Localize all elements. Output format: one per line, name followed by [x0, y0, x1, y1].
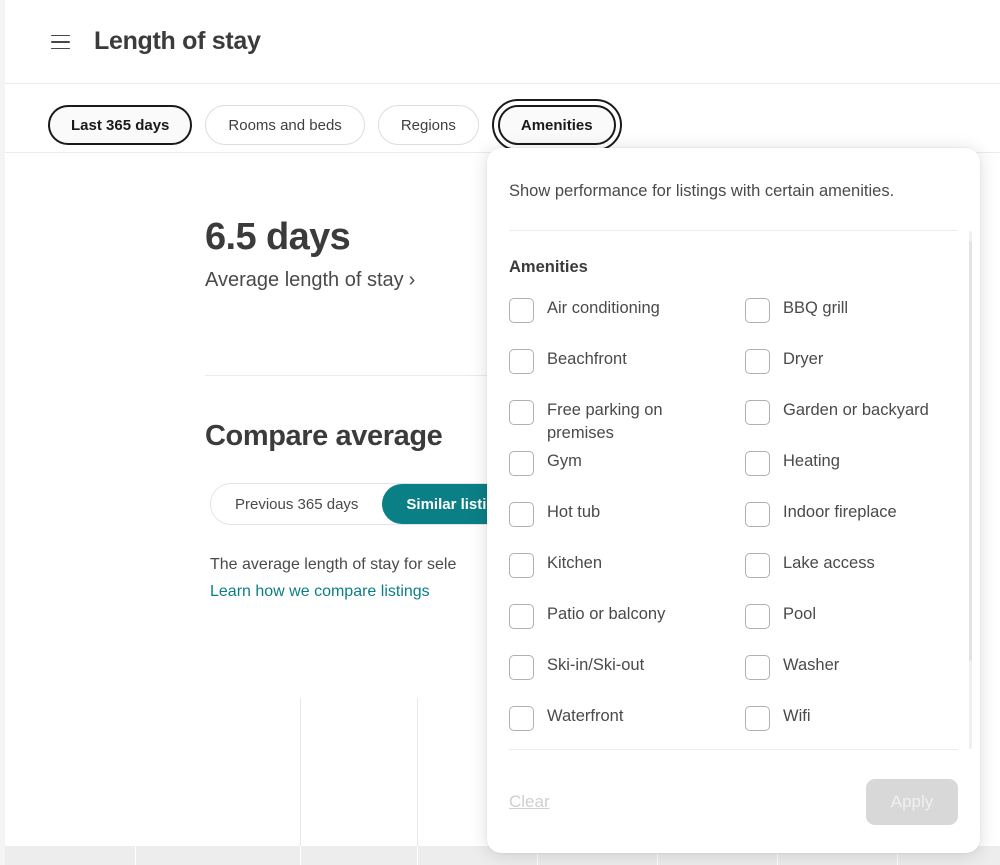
filter-pill-label: Rooms and beds — [228, 116, 342, 134]
filter-pill-rooms-and-beds[interactable]: Rooms and beds — [205, 105, 365, 145]
filter-bar: Last 365 days Rooms and beds Regions Ame… — [5, 84, 1000, 153]
amenities-dropdown-panel: Show performance for listings with certa… — [487, 148, 980, 853]
filter-pill-list: Last 365 days Rooms and beds Regions Ame… — [48, 99, 622, 151]
amenity-checkbox-washer[interactable]: Washer — [745, 652, 958, 703]
amenity-label: Beachfront — [547, 350, 627, 368]
filter-pill-label: Amenities — [520, 116, 593, 134]
amenity-checkbox-free-parking-on-premises[interactable]: Free parking on premises — [509, 397, 745, 448]
hamburger-menu-icon[interactable] — [46, 28, 74, 56]
panel-footer: Clear Apply — [509, 749, 958, 853]
stat-value: 6.5 days — [205, 216, 351, 258]
amenity-label: BBQ grill — [783, 299, 849, 317]
checkbox-icon[interactable] — [509, 502, 534, 527]
filter-pill-amenities-focus-ring: Amenities — [491, 99, 622, 151]
panel-group-title: Amenities — [509, 258, 588, 276]
panel-scroll-body[interactable]: Amenities Air conditioning BBQ grill Bea… — [487, 231, 980, 749]
amenity-checkbox-gym[interactable]: Gym — [509, 448, 745, 499]
amenity-label: Garden or backyard — [783, 401, 929, 419]
hamburger-bar — [50, 34, 70, 37]
amenity-checkbox-lake-access[interactable]: Lake access — [745, 550, 958, 601]
amenity-label: Waterfront — [547, 707, 624, 725]
amenity-checkbox-wifi[interactable]: Wifi — [745, 703, 958, 749]
checkbox-icon[interactable] — [509, 451, 534, 476]
checkbox-icon[interactable] — [745, 400, 770, 425]
chart-axis-tick — [417, 846, 418, 865]
clear-button[interactable]: Clear — [509, 792, 550, 812]
panel-intro-text: Show performance for listings with certa… — [509, 182, 895, 200]
checkbox-icon[interactable] — [509, 298, 534, 323]
amenity-label: Heating — [783, 452, 840, 470]
chart-axis-tick — [300, 846, 301, 865]
compare-learn-more-link[interactable]: Learn how we compare listings — [210, 579, 430, 604]
amenity-checkbox-bbq-grill[interactable]: BBQ grill — [745, 295, 958, 346]
chevron-right-icon: › — [408, 269, 416, 291]
amenity-label: Indoor fireplace — [783, 503, 897, 521]
amenity-checkbox-pool[interactable]: Pool — [745, 601, 958, 652]
amenity-checkbox-heating[interactable]: Heating — [745, 448, 958, 499]
amenity-checkbox-kitchen[interactable]: Kitchen — [509, 550, 745, 601]
checkbox-icon[interactable] — [509, 655, 534, 680]
checkbox-icon[interactable] — [509, 349, 534, 374]
checkbox-icon[interactable] — [745, 655, 770, 680]
filter-pill-regions[interactable]: Regions — [377, 105, 479, 145]
amenity-label: Hot tub — [547, 503, 601, 521]
amenity-label: Wifi — [783, 707, 811, 725]
amenity-label: Pool — [783, 605, 817, 623]
apply-button[interactable]: Apply — [866, 778, 958, 825]
hamburger-bar — [50, 41, 70, 43]
panel-scrollbar-thumb[interactable] — [969, 241, 972, 661]
amenity-checkbox-beachfront[interactable]: Beachfront — [509, 346, 745, 397]
amenity-checkbox-dryer[interactable]: Dryer — [745, 346, 958, 397]
filter-pill-label: Regions — [400, 116, 456, 134]
filter-pill-amenities[interactable]: Amenities — [497, 105, 616, 145]
hamburger-bar — [50, 47, 70, 50]
compare-toggle-label: Previous 365 days — [235, 495, 359, 513]
checkbox-icon[interactable] — [745, 349, 770, 374]
checkbox-icon[interactable] — [745, 298, 770, 323]
filter-pill-label: Last 365 days — [71, 116, 170, 134]
checkbox-icon[interactable] — [745, 553, 770, 578]
amenity-checkbox-patio-or-balcony[interactable]: Patio or balcony — [509, 601, 745, 652]
amenity-label: Patio or balcony — [547, 605, 666, 623]
filter-pill-last-365-days[interactable]: Last 365 days — [48, 105, 193, 145]
amenity-label: Gym — [547, 452, 582, 470]
amenity-label: Lake access — [783, 554, 875, 572]
stat-label-link[interactable]: Average length of stay › — [205, 267, 415, 294]
chart-axis-tick — [135, 846, 136, 865]
checkbox-icon[interactable] — [745, 706, 770, 731]
amenity-label: Dryer — [783, 350, 824, 368]
amenity-label: Ski-in/Ski-out — [547, 656, 645, 674]
compare-description: The average length of stay for sele — [210, 556, 457, 573]
checkbox-icon[interactable] — [745, 502, 770, 527]
app-header: Length of stay — [5, 0, 1000, 84]
page-title: Length of stay — [94, 27, 261, 55]
amenity-checkbox-waterfront[interactable]: Waterfront — [509, 703, 745, 749]
checkbox-icon[interactable] — [509, 400, 534, 425]
amenity-checkbox-garden-or-backyard[interactable]: Garden or backyard — [745, 397, 958, 448]
checkbox-icon[interactable] — [745, 451, 770, 476]
checkbox-icon[interactable] — [509, 553, 534, 578]
amenity-checkbox-indoor-fireplace[interactable]: Indoor fireplace — [745, 499, 958, 550]
amenity-checkbox-hot-tub[interactable]: Hot tub — [509, 499, 745, 550]
app-root: Length of stay Last 365 days Rooms and b… — [0, 0, 1000, 865]
checkbox-icon[interactable] — [509, 706, 534, 731]
checkbox-icon[interactable] — [509, 604, 534, 629]
amenities-checkbox-grid: Air conditioning BBQ grill Beachfront Dr… — [509, 295, 958, 749]
amenity-label: Free parking on premises — [547, 401, 663, 442]
checkbox-icon[interactable] — [745, 604, 770, 629]
amenity-label: Kitchen — [547, 554, 603, 572]
stat-label-text: Average length of stay — [205, 269, 404, 291]
average-length-of-stay-stat: 6.5 days Average length of stay › — [205, 213, 415, 294]
compare-section-title: Compare average — [205, 420, 443, 452]
amenity-label: Washer — [783, 656, 840, 674]
amenity-checkbox-ski-in-ski-out[interactable]: Ski-in/Ski-out — [509, 652, 745, 703]
amenity-label: Air conditioning — [547, 299, 660, 317]
amenity-checkbox-air-conditioning[interactable]: Air conditioning — [509, 295, 745, 346]
compare-toggle-previous-365-days[interactable]: Previous 365 days — [211, 484, 382, 524]
